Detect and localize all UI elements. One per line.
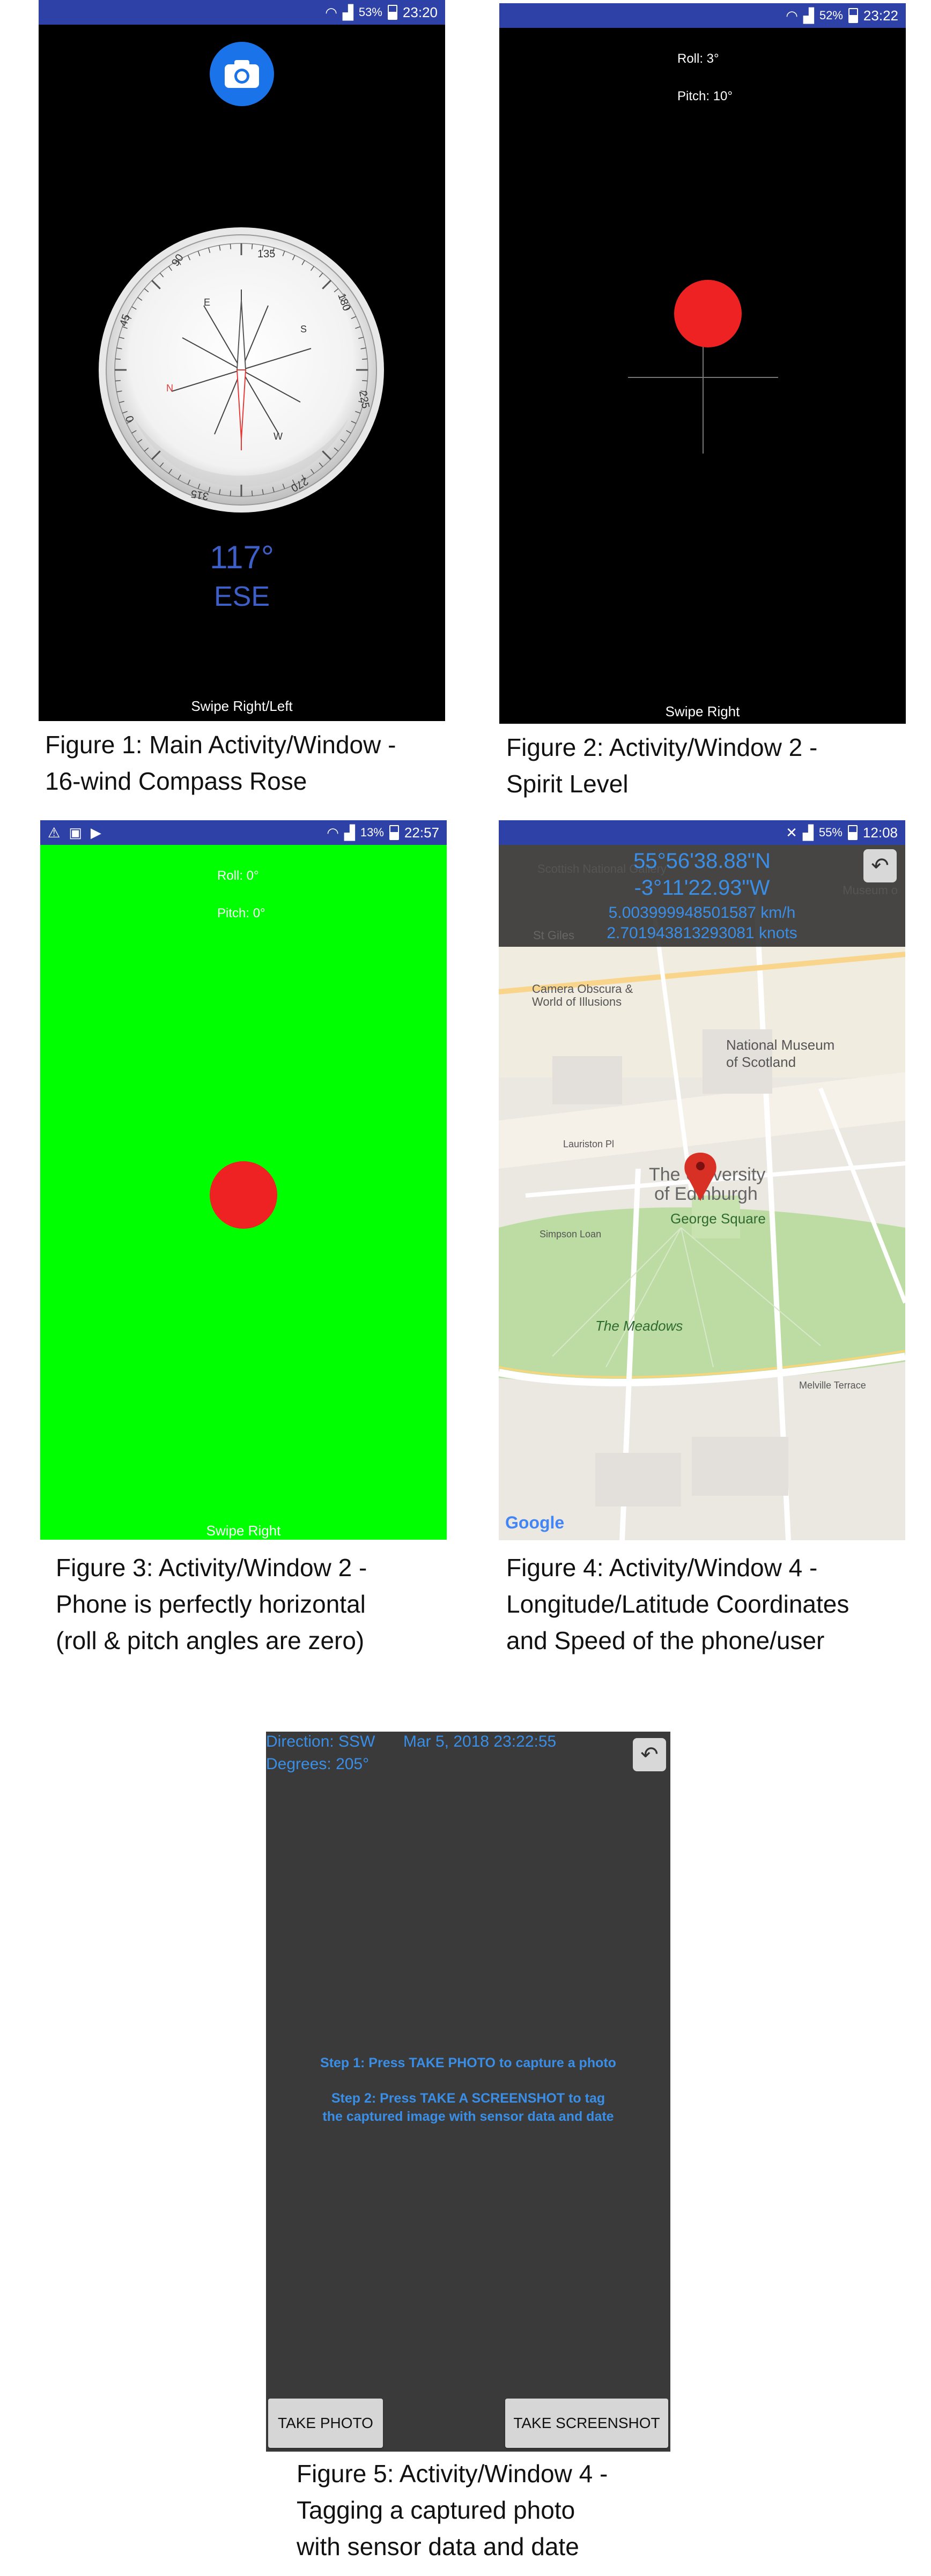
spirit-level-screen: ◠ ▟ 52% 23:22 Roll: 3° Pitch: 10° Swipe … (499, 3, 906, 724)
battery-icon (847, 825, 858, 840)
battery-percent: 55% (818, 826, 843, 839)
compass-tick (230, 491, 232, 496)
compass-inner-w: W (274, 431, 283, 442)
back-button[interactable]: ↶ (633, 1738, 666, 1771)
level-bubble (674, 280, 742, 347)
status-bar: ⚠ ▣ ▶ ◠ ▟ 13% 22:57 (40, 820, 447, 845)
map-screen: Camera Obscura & World of Illusions Nati… (499, 820, 905, 1540)
level-bubble (210, 1161, 277, 1229)
mute-icon: ✕ (786, 824, 797, 841)
compass-tick (251, 243, 253, 249)
map-label-melville: Melville Terrace (799, 1380, 866, 1391)
step-1-text: Step 1: Press TAKE PHOTO to capture a ph… (320, 2055, 616, 2070)
swipe-hint: Swipe Right/Left (191, 698, 293, 714)
battery-percent: 13% (360, 826, 384, 839)
map-label-george-square: George Square (670, 1211, 766, 1227)
speed-kmh: 5.003999948501587 km/h (608, 904, 796, 922)
status-bar: ◠ ▟ 52% 23:22 (499, 3, 906, 28)
compass-inner-e: E (204, 297, 210, 308)
pitch-readout: Pitch: 10° (677, 89, 733, 103)
image-icon: ▣ (69, 824, 82, 841)
step-2-text-line1: Step 2: Press TAKE A SCREENSHOT to tag (331, 2091, 605, 2106)
map-label-of-scotland: of Scotland (726, 1054, 796, 1070)
pitch-readout: Pitch: 0° (217, 906, 265, 920)
longitude: -3°11'22.93"W (634, 876, 770, 900)
direction-text: Direction: SSW (266, 1733, 375, 1750)
status-bar: ◠ ▟ 53% 23:20 (39, 0, 445, 25)
map-label-camera-obscura: Camera Obscura & (532, 982, 633, 996)
compass-label-135: 135 (257, 248, 275, 260)
clock: 23:20 (402, 4, 438, 20)
figure-1-caption: Figure 1: Main Activity/Window - 16-wind… (45, 731, 396, 795)
datetime-text: Mar 5, 2018 23:22:55 (403, 1733, 557, 1750)
clock: 12:08 (862, 824, 898, 841)
back-button[interactable]: ↶ (863, 849, 897, 882)
roll-readout: Roll: 3° (677, 51, 719, 66)
undo-icon: ↶ (871, 854, 889, 878)
camera-button[interactable] (210, 42, 274, 106)
compass-tick (251, 491, 253, 496)
signal-icon: ▟ (344, 824, 355, 841)
battery-percent: 53% (358, 5, 382, 19)
wifi-icon: ◠ (327, 824, 339, 841)
map-label-lauriston: Lauriston Pl (563, 1139, 614, 1149)
compass-inner-s: S (300, 324, 307, 335)
compass-tick (230, 243, 232, 249)
camera-icon (225, 60, 259, 88)
tagging-screen: Direction: SSW Mar 5, 2018 23:22:55 Degr… (266, 1732, 670, 2452)
latitude: 55°56'38.88"N (633, 849, 771, 873)
battery-icon (389, 825, 399, 840)
degrees-text: Degrees: 205° (266, 1755, 370, 1773)
map-label-the-meadows: The Meadows (595, 1318, 683, 1334)
wifi-icon: ◠ (325, 4, 337, 20)
heading-degrees: 117° (210, 539, 274, 575)
level-horizontal-screen: ⚠ ▣ ▶ ◠ ▟ 13% 22:57 Roll: 0° Pitch: 0° S… (40, 820, 447, 1540)
compass-screen: ◠ ▟ 53% 23:20 90 135 180 225 270 315 0 4… (39, 0, 445, 721)
figure-5-caption: Figure 5: Activity/Window 4 - Tagging a … (297, 2460, 608, 2560)
heading-direction: ESE (213, 581, 270, 612)
step-2-text-line2: the captured image with sensor data and … (322, 2109, 614, 2124)
signal-icon: ▟ (803, 7, 814, 24)
swipe-hint: Swipe Right (206, 1523, 281, 1539)
compass-inner-n: N (166, 383, 173, 394)
speed-knots: 2.701943813293081 knots (607, 924, 797, 942)
map-label-simpson-loan: Simpson Loan (540, 1229, 601, 1239)
figure-4-caption: Figure 4: Activity/Window 4 - Longitude/… (506, 1554, 849, 1654)
play-store-icon: ▶ (90, 824, 101, 841)
wifi-icon: ◠ (786, 7, 798, 24)
battery-icon (848, 8, 858, 23)
warning-icon: ⚠ (48, 824, 61, 841)
figure-2-caption: Figure 2: Activity/Window 2 - Spirit Lev… (506, 733, 818, 798)
clock: 23:22 (863, 7, 898, 24)
map-label-national-museum: National Museum (726, 1037, 834, 1053)
compass-rose: 90 135 180 225 270 315 0 45 E S W N (99, 227, 384, 513)
status-bar: ✕ ▟ 55% 12:08 (499, 820, 905, 845)
take-photo-button[interactable]: TAKE PHOTO (268, 2399, 383, 2448)
undo-icon: ↶ (640, 1743, 659, 1766)
google-logo: Google (505, 1513, 565, 1532)
swipe-hint: Swipe Right (665, 703, 740, 719)
figure-3-caption: Figure 3: Activity/Window 2 - Phone is p… (56, 1554, 367, 1654)
take-screenshot-button[interactable]: TAKE SCREENSHOT (505, 2399, 668, 2448)
clock: 22:57 (404, 824, 439, 841)
roll-readout: Roll: 0° (217, 868, 259, 883)
battery-percent: 52% (819, 9, 843, 22)
coordinates-overlay: Scottish National Gallery Museum o St Gi… (499, 845, 905, 947)
signal-icon: ▟ (802, 824, 814, 841)
battery-icon (387, 5, 397, 20)
signal-icon: ▟ (342, 4, 353, 20)
map-label-world-of-illusions: World of Illusions (532, 995, 622, 1008)
